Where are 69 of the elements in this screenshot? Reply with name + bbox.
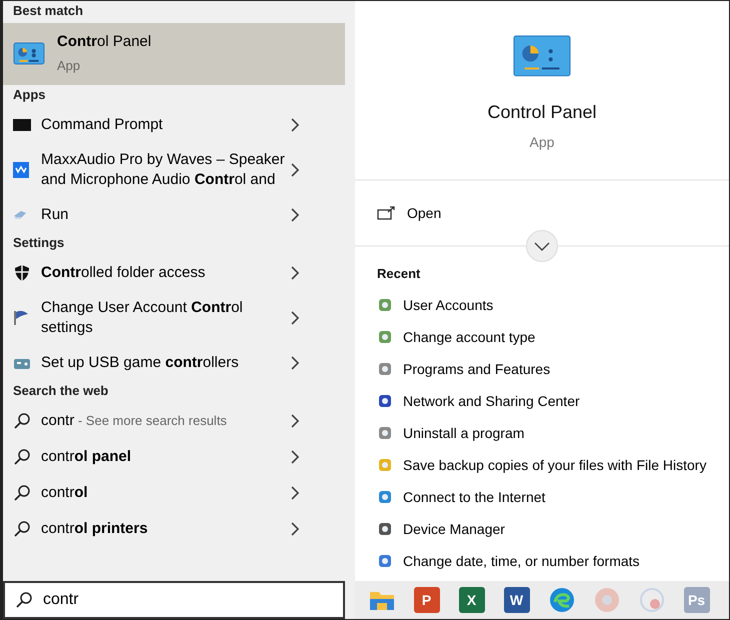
search-icon [13,448,31,466]
settings-item-icon [377,489,393,505]
flag-icon [13,310,29,326]
chevron-right-icon [291,266,299,280]
chevron-right-icon [291,356,299,370]
section-heading: Best match [12,2,84,20]
search-result[interactable]: contr - See more search results [3,403,345,439]
search-icon [13,520,31,538]
search-icon [15,591,33,609]
run-icon [13,210,27,220]
chevron-right-icon [291,118,299,132]
app-icon: X [458,587,484,613]
section-heading: Recent [376,265,422,283]
circle-logo-icon [638,587,664,613]
search-result[interactable]: Controlled folder access [3,255,345,291]
settings-item-icon [377,329,393,345]
search-result[interactable]: control panel [3,439,345,475]
search-result[interactable]: Control Panel App [3,23,345,85]
search-result[interactable]: Run [3,197,345,233]
app-icon: Ps [684,587,710,613]
waveform-icon [13,162,29,178]
settings-item-icon [377,297,393,313]
search-icon [13,484,31,502]
settings-item-icon [377,393,393,409]
search-result[interactable]: control [3,475,345,511]
taskbar-button[interactable]: P [404,581,449,619]
result-title: Control Panel [57,32,152,52]
search-hint: - See more search results [76,413,227,428]
section-heading: Apps [12,86,46,104]
settings-item-icon [377,521,393,537]
open-icon [377,206,395,220]
search-field[interactable]: contr [43,588,323,612]
chevron-right-icon [291,310,299,325]
result-subtitle: App [57,57,82,75]
chevron-right-icon [291,486,299,500]
app-icon: W [504,587,530,613]
terminal-icon [13,119,31,131]
search-result[interactable]: Set up USB game controllers [3,345,345,381]
folder-icon [368,589,394,611]
chevron-right-icon [291,414,299,428]
control-panel-icon [513,35,571,77]
chevron-right-icon [291,208,299,222]
search-result[interactable]: Command Prompt [3,107,345,143]
search-box[interactable]: contr [3,581,345,619]
control-panel-icon [13,42,45,66]
search-result[interactable]: MaxxAudio Pro by Waves – Speaker and Microphone Audio Control and [3,143,345,197]
section-heading: Settings [12,234,66,252]
chevron-right-icon [291,450,299,464]
app-title: Control Panel [487,100,597,124]
settings-item-icon [377,457,393,473]
app-type: App [530,132,554,152]
search-result[interactable]: control printers [3,511,345,547]
swirl-icon [548,587,574,613]
expand-button[interactable] [526,230,558,262]
gamepad-icon [13,356,31,370]
circle-logo-icon [594,587,620,613]
search-icon [13,412,31,430]
section-heading: Search the web [12,382,110,400]
settings-item-icon [377,361,393,377]
shield-icon [13,264,31,282]
chevron-down-icon [534,242,550,250]
settings-item-icon [377,425,393,441]
chevron-right-icon [291,162,299,177]
search-result[interactable]: Change User Account Control settings [3,291,345,345]
taskbar-button[interactable]: X [449,581,494,619]
taskbar-button[interactable]: W [494,581,539,619]
app-icon: P [414,587,440,613]
chevron-right-icon [291,522,299,536]
settings-item-icon [377,553,393,569]
